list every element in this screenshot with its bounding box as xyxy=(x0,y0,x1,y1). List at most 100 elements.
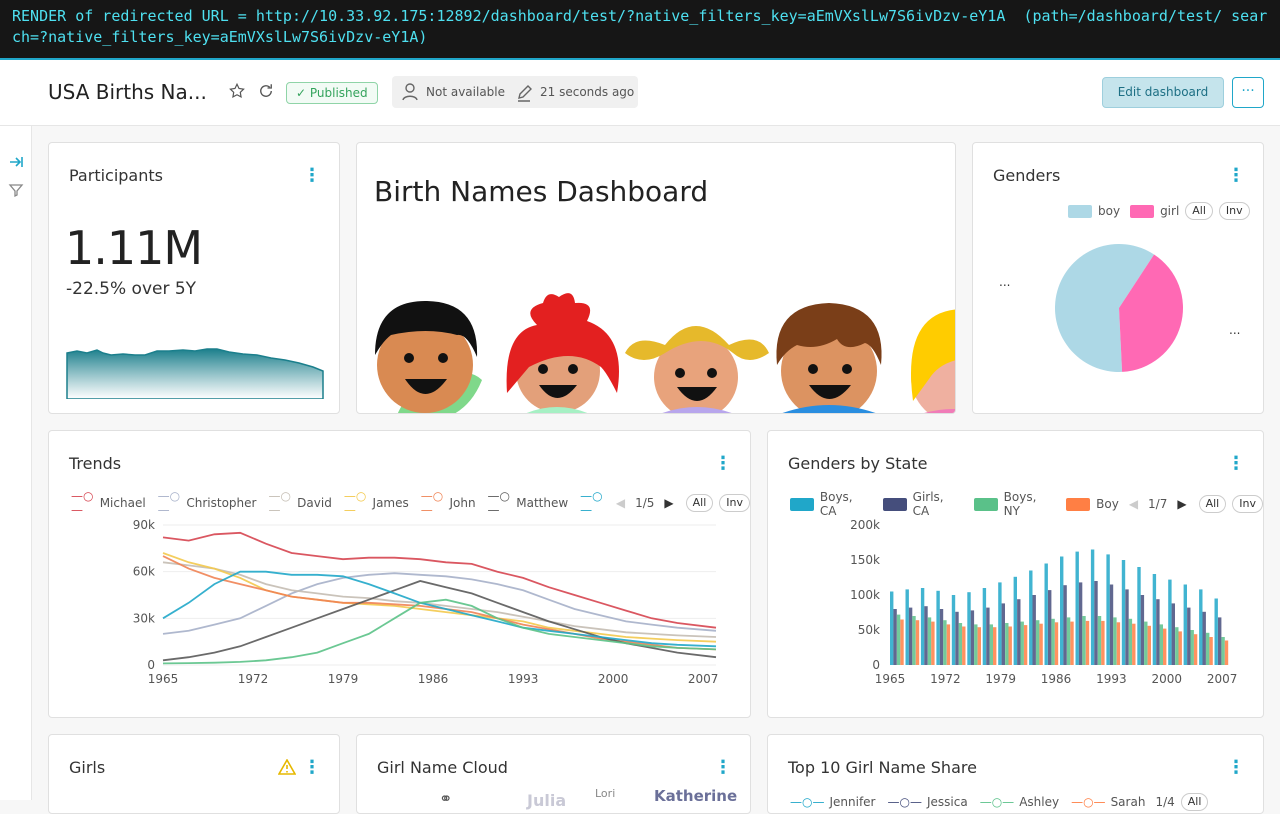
legend-label[interactable]: Girls, CA xyxy=(913,490,964,518)
bar xyxy=(1209,637,1213,665)
bar xyxy=(893,609,897,665)
kebab-menu-icon[interactable]: ⋮ xyxy=(714,757,732,778)
bar xyxy=(986,607,990,665)
legend-label[interactable]: James xyxy=(373,496,409,510)
bar xyxy=(993,627,997,665)
bar xyxy=(974,624,978,665)
star-icon[interactable] xyxy=(228,82,246,105)
legend-invert-button[interactable]: Inv xyxy=(1232,495,1263,513)
legend-label[interactable]: Boy xyxy=(1096,497,1119,511)
legend-label[interactable]: girl xyxy=(1160,204,1179,218)
expand-filters-icon[interactable] xyxy=(8,154,24,174)
legend-pager: 1/5 xyxy=(635,496,655,510)
bar xyxy=(1140,595,1145,665)
bar xyxy=(1060,556,1064,665)
x-tick-label: 1979 xyxy=(985,672,1016,686)
modified-label: 21 seconds ago xyxy=(540,85,635,99)
legend-all-button[interactable]: All xyxy=(1180,793,1209,811)
more-options-button[interactable]: ··· xyxy=(1232,77,1264,108)
legend-all-button[interactable]: All xyxy=(685,494,714,512)
pager-prev-icon[interactable]: ◀ xyxy=(1129,497,1138,511)
birth-names-markdown: Birth Names Dashboard xyxy=(356,142,956,414)
legend-line-icon: —○— xyxy=(157,489,181,517)
x-tick-label: 1979 xyxy=(328,672,359,686)
x-tick-label: 2007 xyxy=(1207,672,1238,686)
bar xyxy=(1032,595,1036,665)
bar xyxy=(1008,626,1012,665)
kebab-menu-icon[interactable]: ⋮ xyxy=(1227,453,1245,474)
series-line xyxy=(162,572,717,635)
kebab-menu-icon[interactable]: ⋮ xyxy=(1227,757,1245,778)
legend-label[interactable]: Boys, CA xyxy=(820,490,873,518)
legend-label[interactable]: Ashley xyxy=(1019,795,1059,809)
bar xyxy=(1066,617,1071,665)
legend-label[interactable]: Matthew xyxy=(516,496,568,510)
markdown-heading: Birth Names Dashboard xyxy=(374,175,709,208)
legend-label[interactable]: Christopher xyxy=(186,496,256,510)
bar xyxy=(989,624,993,665)
bar xyxy=(962,626,966,665)
bar xyxy=(1070,621,1074,665)
bar xyxy=(1206,632,1210,665)
dashboard-title[interactable]: USA Births Na... xyxy=(48,80,207,104)
dashboard-header: USA Births Na... ✓ Published Not availab… xyxy=(0,60,1280,126)
participants-card: Participants ⋮ 1.11M -22.5% over 5Y xyxy=(48,142,340,414)
pager-next-icon[interactable]: ▶ xyxy=(1177,497,1186,511)
warning-icon[interactable] xyxy=(277,758,297,779)
bar xyxy=(1147,625,1151,665)
bar xyxy=(1029,570,1033,665)
bar xyxy=(1218,617,1222,665)
legend-label[interactable]: Sarah xyxy=(1111,795,1146,809)
legend-invert-button[interactable]: Inv xyxy=(1218,202,1250,220)
legend-all-button[interactable]: All xyxy=(1185,202,1213,220)
kebab-menu-icon[interactable]: ⋮ xyxy=(714,453,732,474)
bar xyxy=(1063,585,1067,665)
legend-line-icon: —○— xyxy=(268,489,291,517)
bar xyxy=(1168,579,1172,665)
kebab-menu-icon[interactable]: ⋮ xyxy=(303,165,321,186)
bar xyxy=(1137,567,1141,665)
y-tick-label: 90k xyxy=(133,518,155,532)
bar xyxy=(920,588,925,665)
bar xyxy=(951,595,956,665)
legend-label[interactable]: John xyxy=(449,496,475,510)
bar xyxy=(1106,554,1110,665)
x-tick-label: 2000 xyxy=(1151,672,1182,686)
bar xyxy=(1048,590,1052,665)
legend-all-button[interactable]: All xyxy=(1198,495,1227,513)
status-badge[interactable]: ✓ Published xyxy=(286,82,378,104)
bar xyxy=(1017,599,1021,665)
kebab-menu-icon[interactable]: ⋮ xyxy=(1227,165,1245,186)
x-tick-label: 1986 xyxy=(1041,672,1072,686)
y-tick-label: 60k xyxy=(133,565,155,579)
bar xyxy=(890,591,894,665)
edit-dashboard-button[interactable]: Edit dashboard xyxy=(1102,77,1224,108)
legend-swatch xyxy=(973,497,998,511)
series-line xyxy=(162,555,717,651)
legend-label[interactable]: boy xyxy=(1098,204,1120,218)
bar xyxy=(1013,576,1017,665)
pencil-icon xyxy=(516,76,532,120)
legend-label[interactable]: David xyxy=(297,496,332,510)
legend-label[interactable]: Jennifer xyxy=(829,795,875,809)
bar xyxy=(1116,622,1121,665)
bar xyxy=(939,609,944,665)
kebab-menu-icon[interactable]: ⋮ xyxy=(303,757,321,778)
legend-line-icon: —○— xyxy=(887,795,922,809)
legend-line-icon: —○— xyxy=(1071,795,1106,809)
legend-label[interactable]: Jessica xyxy=(927,795,968,809)
bar xyxy=(1113,617,1117,665)
legend-invert-button[interactable]: Inv xyxy=(719,494,750,512)
refresh-icon[interactable] xyxy=(257,82,275,105)
bar xyxy=(927,617,932,665)
bar xyxy=(900,619,904,665)
owner-label: Not available xyxy=(426,85,506,99)
filter-icon[interactable] xyxy=(8,182,24,202)
bar xyxy=(1085,620,1090,665)
legend-label[interactable]: Michael xyxy=(100,496,146,510)
legend-label[interactable]: Boys, NY xyxy=(1004,490,1057,518)
legend-swatch xyxy=(882,497,907,511)
pager-next-icon[interactable]: ▶ xyxy=(664,496,673,510)
sparkline xyxy=(66,348,324,399)
pager-prev-icon[interactable]: ◀ xyxy=(616,496,625,510)
